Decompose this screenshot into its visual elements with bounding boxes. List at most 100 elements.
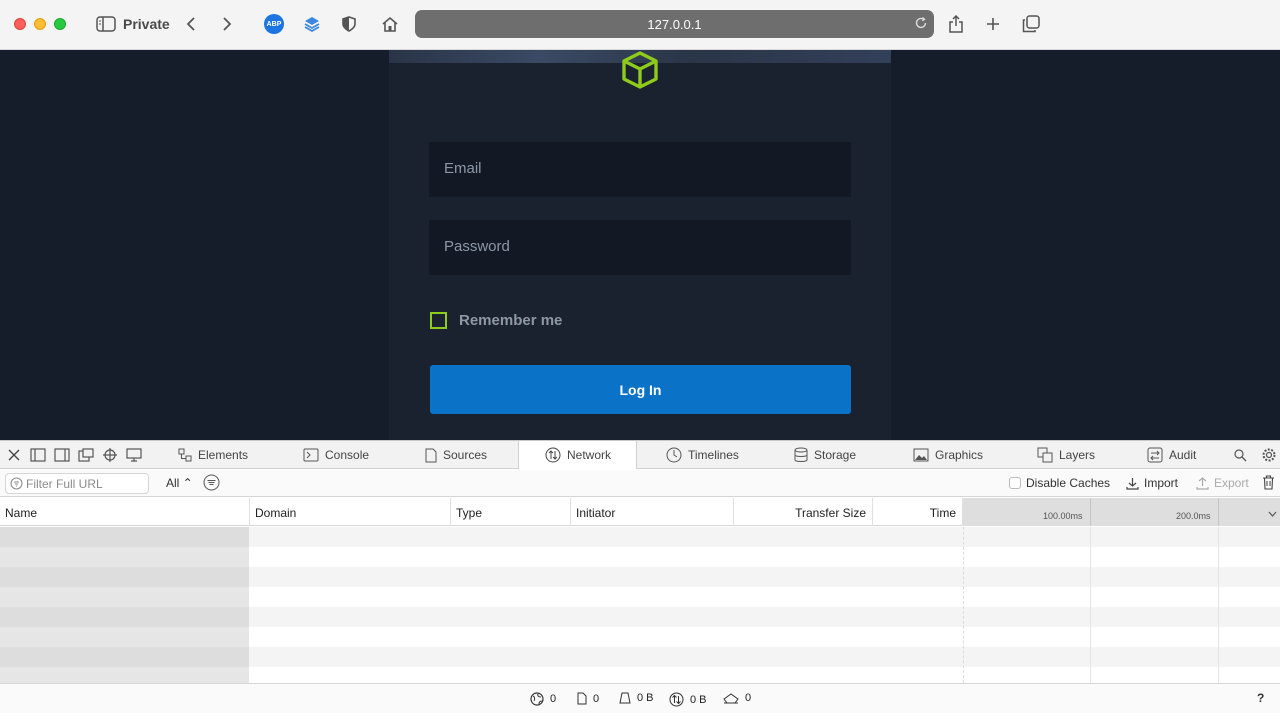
waterfall-header[interactable]: 100.00ms 200.0ms xyxy=(963,498,1280,526)
storage-icon xyxy=(794,447,808,463)
help-button[interactable]: ? xyxy=(1257,691,1264,705)
table-row xyxy=(0,647,1280,667)
resource-type-value: All xyxy=(166,476,180,490)
table-row xyxy=(0,587,1280,607)
dock-side-icon[interactable] xyxy=(53,446,71,464)
globe-icon xyxy=(530,692,544,706)
name-cell xyxy=(0,587,249,607)
tab-audit[interactable]: Audit xyxy=(1147,441,1217,469)
tab-elements[interactable]: Elements xyxy=(178,441,268,469)
network-status-bar: 0 0 0 B 0 B 0 ? xyxy=(0,683,1280,713)
network-table-body xyxy=(0,527,1280,683)
column-initiator[interactable]: Initiator xyxy=(571,498,734,526)
back-icon[interactable] xyxy=(183,12,199,36)
timeline-gridline xyxy=(1090,527,1091,683)
close-inspector-icon[interactable] xyxy=(5,446,23,464)
tab-label: Network xyxy=(567,448,612,462)
forward-icon[interactable] xyxy=(219,12,235,36)
tab-label: Audit xyxy=(1169,448,1197,462)
column-domain[interactable]: Domain xyxy=(250,498,451,526)
inspector-tab-bar: Elements Console Sources Network Timelin… xyxy=(0,441,1280,469)
table-row xyxy=(0,547,1280,567)
sidebar-toggle-icon[interactable] xyxy=(95,12,117,36)
tab-label: Sources xyxy=(443,448,488,462)
url-text: 127.0.0.1 xyxy=(647,17,702,32)
resource-type-select[interactable]: All ⌃ xyxy=(166,476,193,490)
import-button[interactable]: Import xyxy=(1126,476,1178,490)
elements-icon xyxy=(178,448,192,462)
column-name[interactable]: Name xyxy=(0,498,250,526)
name-cell xyxy=(0,607,249,627)
column-time[interactable]: Time xyxy=(873,498,963,526)
shield-icon[interactable] xyxy=(340,12,358,36)
tab-network[interactable]: Network xyxy=(518,441,637,469)
layers-icon xyxy=(1037,447,1053,463)
share-icon[interactable] xyxy=(946,12,966,36)
disable-caches-label: Disable Caches xyxy=(1026,476,1111,490)
tab-layers[interactable]: Layers xyxy=(1037,441,1127,469)
clear-log-trash-icon[interactable] xyxy=(1262,475,1275,495)
email-field[interactable]: Email xyxy=(429,142,851,197)
gear-icon[interactable] xyxy=(1260,446,1278,464)
address-bar[interactable]: 127.0.0.1 xyxy=(415,10,934,38)
browser-toolbar: Private ABP 127.0.0.1 xyxy=(0,0,1280,50)
column-transfer-size[interactable]: Transfer Size xyxy=(734,498,873,526)
disable-caches-checkbox[interactable] xyxy=(1009,477,1021,489)
tab-graphics[interactable]: Graphics xyxy=(913,441,1003,469)
column-type[interactable]: Type xyxy=(451,498,571,526)
import-icon xyxy=(1126,477,1139,490)
name-cell xyxy=(0,627,249,647)
tab-sources[interactable]: Sources xyxy=(425,441,515,469)
zoom-window-button[interactable] xyxy=(54,18,66,30)
tab-overview-icon[interactable] xyxy=(1020,12,1042,36)
transferred-size: 0 B xyxy=(637,692,654,704)
tab-console[interactable]: Console xyxy=(303,441,393,469)
tab-label: Graphics xyxy=(935,448,984,462)
network-table-header: Name Domain Type Initiator Transfer Size… xyxy=(0,498,1280,526)
close-window-button[interactable] xyxy=(14,18,26,30)
minimize-window-button[interactable] xyxy=(34,18,46,30)
filter-url-input[interactable]: Filter Full URL xyxy=(5,473,149,494)
private-label: Private xyxy=(123,16,170,32)
table-row xyxy=(0,567,1280,587)
load-time-icon xyxy=(723,692,739,704)
table-row xyxy=(0,627,1280,647)
disable-caches-toggle[interactable]: Disable Caches xyxy=(1009,476,1110,490)
name-cell xyxy=(0,667,249,683)
sources-icon xyxy=(425,448,437,463)
name-cell xyxy=(0,567,249,587)
tab-storage[interactable]: Storage xyxy=(794,441,884,469)
chevron-down-icon[interactable] xyxy=(1268,506,1277,520)
load-stat: 0 xyxy=(723,692,751,704)
layers-extension-icon[interactable] xyxy=(302,12,322,36)
transferred-stat: 0 B xyxy=(619,692,654,704)
requests-count: 0 xyxy=(550,693,557,705)
password-field[interactable]: Password xyxy=(429,220,851,275)
timeline-tick-label: 200.0ms xyxy=(1176,511,1211,521)
search-icon[interactable] xyxy=(1231,446,1249,464)
timeline-tick xyxy=(1218,498,1219,526)
export-button[interactable]: Export xyxy=(1196,476,1249,490)
remember-me-row[interactable]: Remember me xyxy=(430,312,562,329)
login-button[interactable]: Log In xyxy=(430,365,851,414)
new-tab-icon[interactable] xyxy=(983,12,1003,36)
graphics-icon xyxy=(913,448,929,462)
detach-window-icon[interactable] xyxy=(77,446,95,464)
tab-label: Elements xyxy=(198,448,249,462)
home-icon[interactable] xyxy=(379,12,401,36)
dock-bottom-icon[interactable] xyxy=(29,446,47,464)
tab-label: Storage xyxy=(814,448,857,462)
remember-me-label[interactable]: Remember me xyxy=(459,312,562,329)
load-count: 0 xyxy=(745,692,752,704)
remember-me-checkbox[interactable] xyxy=(430,312,447,329)
tab-label: Layers xyxy=(1059,448,1096,462)
filter-options-icon[interactable] xyxy=(203,474,220,496)
reload-icon[interactable] xyxy=(914,16,928,35)
timeline-tick-label: 100.00ms xyxy=(1043,511,1083,521)
tab-label: Timelines xyxy=(688,448,739,462)
filter-icon xyxy=(10,477,23,493)
element-picker-icon[interactable] xyxy=(101,446,119,464)
adblock-extension-icon[interactable]: ABP xyxy=(264,14,284,34)
device-settings-icon[interactable] xyxy=(125,446,143,464)
tab-timelines[interactable]: Timelines xyxy=(666,441,766,469)
